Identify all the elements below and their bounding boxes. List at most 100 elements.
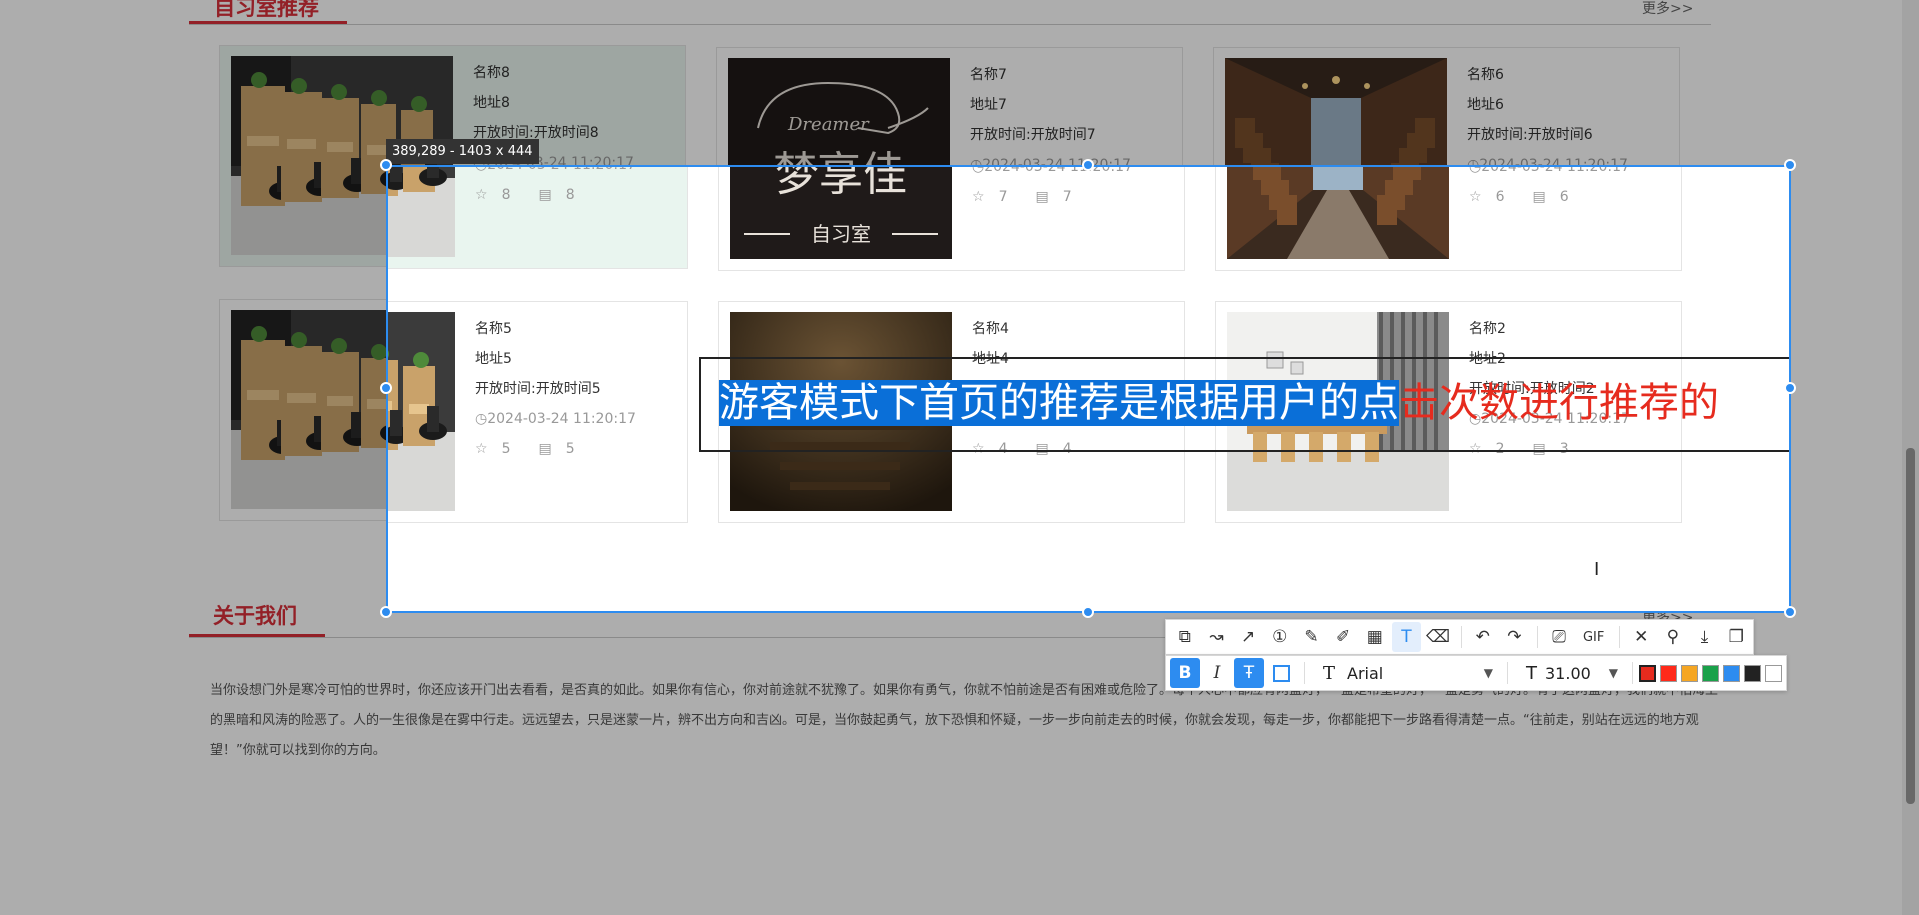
shapes-icon: ⧉ (1178, 627, 1191, 647)
star-icon: ☆ (1469, 189, 1482, 205)
like-count-value: 8 (501, 187, 511, 203)
arrow-tool-button[interactable]: ↗ (1233, 622, 1263, 652)
resize-handle[interactable] (380, 606, 392, 618)
resize-handle[interactable] (1784, 159, 1796, 171)
study-room-image[interactable] (1227, 167, 1449, 259)
star-icon: ☆ (475, 187, 488, 203)
shape-tool-button[interactable]: ⧉ (1170, 622, 1200, 652)
like-count: ☆8 (475, 187, 524, 203)
resize-handle[interactable] (1082, 159, 1094, 171)
comment-count: ▤5 (538, 441, 588, 457)
resize-handle[interactable] (380, 159, 392, 171)
color-swatch[interactable] (1765, 664, 1782, 682)
card-name[interactable]: 名称4 (972, 316, 1172, 346)
comment-count-value: 6 (1559, 189, 1569, 205)
comment-count: ▤6 (1532, 189, 1582, 205)
star-icon: ☆ (972, 189, 985, 205)
italic-button[interactable]: I (1202, 658, 1232, 688)
gif-record-button[interactable]: GIF (1576, 622, 1612, 652)
study-room-image[interactable] (388, 167, 455, 257)
resize-handle[interactable] (1784, 606, 1796, 618)
text-outline-icon: Ŧ (1243, 663, 1255, 683)
clock-icon: ◷ (475, 411, 488, 427)
highlighter-icon: ✐ (1335, 627, 1351, 647)
selection-size-label: 389,289 - 1403 x 444 (386, 139, 539, 164)
text-tool-button[interactable]: T (1391, 622, 1422, 652)
capture-toolbar: ⧉ ↝ ↗ ① ✎ ✐ ▦ T ⌫ ↶ ↷ ⎚ GIF ✕ ⚲ ⤓ ❐ (1165, 619, 1754, 655)
capture-selection[interactable]: 自习室推荐 更多>> 名称8地址8开放时间:开放时间8◷2024-03-24 1… (386, 165, 1791, 613)
redo-button[interactable]: ↷ (1500, 622, 1530, 652)
study-room-image[interactable] (388, 312, 455, 511)
card-stats: ☆6▤6 (1469, 184, 1669, 214)
study-room-card[interactable]: 名称6地址6开放时间:开放时间6◷2024-03-24 11:20:17☆6▤6 (1215, 165, 1682, 271)
pin-button[interactable]: ⚲ (1658, 622, 1688, 652)
comment-count-value: 7 (1062, 189, 1072, 205)
toolbar-separator (1460, 626, 1462, 648)
color-swatch[interactable] (1744, 664, 1761, 682)
comment-icon: ▤ (538, 187, 552, 203)
number-circle-icon: ① (1272, 627, 1288, 647)
color-swatch[interactable] (1660, 664, 1677, 682)
like-count-value: 6 (1495, 189, 1505, 205)
text-background-button[interactable] (1266, 658, 1296, 688)
screenshot-ocr-button[interactable]: ⎚ (1544, 622, 1574, 652)
text-annotation-selected: 游客模式下首页的推荐是根据用户的点 (719, 380, 1399, 426)
toolbar-separator (1619, 626, 1621, 648)
text-annotation[interactable]: 游客模式下首页的推荐是根据用户的点击次数进行推荐的 (719, 375, 1719, 431)
card-name[interactable]: 名称2 (1469, 316, 1669, 346)
copy-icon: ❐ (1728, 627, 1744, 647)
eraser-icon: ⌫ (1426, 627, 1451, 647)
font-family-value: Arial (1347, 663, 1384, 683)
study-room-card[interactable]: 名称5地址5开放时间:开放时间5◷2024-03-24 11:20:17☆5▤5 (388, 301, 688, 523)
color-swatch[interactable] (1681, 664, 1698, 682)
mosaic-tool-button[interactable]: ▦ (1360, 622, 1390, 652)
card-stats: ☆ 7 ▤ 7 (972, 184, 1172, 214)
color-swatch[interactable] (1723, 664, 1740, 682)
font-size-select[interactable]: ꓔ 31.00 ▼ (1514, 658, 1626, 688)
resize-handle[interactable] (380, 382, 392, 394)
card-time-value: 2024-03-24 11:20:17 (1481, 165, 1630, 175)
text-outline-button[interactable]: Ŧ (1234, 658, 1264, 688)
color-swatch[interactable] (1702, 664, 1719, 682)
comment-count: ▤8 (538, 187, 588, 203)
pen-tool-button[interactable]: ✎ (1297, 622, 1327, 652)
curve-arrow-icon: ↝ (1209, 627, 1224, 647)
toolbar-separator (1632, 662, 1633, 684)
card-info: 名称6地址6开放时间:开放时间6◷2024-03-24 11:20:17☆6▤6 (1469, 165, 1669, 214)
color-palette (1638, 663, 1786, 683)
undo-icon: ↶ (1475, 627, 1490, 647)
highlighter-tool-button[interactable]: ✐ (1328, 622, 1358, 652)
toolbar-separator (1537, 626, 1539, 648)
resize-handle[interactable] (1784, 382, 1796, 394)
font-size-icon: ꓔ (1526, 662, 1537, 684)
more-link[interactable]: 更多>> (1644, 609, 1695, 611)
cancel-button[interactable]: ✕ (1626, 622, 1656, 652)
star-icon: ☆ (475, 441, 488, 457)
study-room-card[interactable]: Dreamer梦享佳自习室名称7地址7开放时间:开放时间7◷2024-03-24… (718, 167, 1185, 271)
resize-handle[interactable] (1082, 606, 1094, 618)
serial-number-tool-button[interactable]: ① (1265, 622, 1295, 652)
card-stats: ☆8▤8 (475, 182, 675, 212)
fill-box-icon (1272, 664, 1290, 682)
comment-icon: ▤ (1035, 189, 1049, 205)
study-room-card[interactable]: 名称8地址8开放时间:开放时间8◷2024-03-24 11:20:17☆8▤8 (388, 167, 688, 269)
card-name[interactable]: 名称5 (475, 316, 675, 346)
study-room-image[interactable]: Dreamer梦享佳自习室 (730, 167, 952, 259)
curve-tool-button[interactable]: ↝ (1202, 622, 1232, 652)
redo-icon: ↷ (1507, 627, 1522, 647)
current-color-swatch[interactable] (1638, 663, 1657, 683)
scan-icon: ⎚ (1552, 627, 1566, 647)
eraser-tool-button[interactable]: ⌫ (1423, 622, 1453, 652)
font-size-value: 31.00 (1545, 663, 1591, 683)
card-info: 名称5地址5开放时间:开放时间5◷2024-03-24 11:20:17☆5▤5 (475, 316, 675, 466)
bold-button[interactable]: B (1170, 658, 1200, 688)
chevron-down-icon: ▼ (1483, 666, 1493, 680)
svg-text:自习室: 自习室 (811, 222, 871, 246)
copy-button[interactable]: ❐ (1721, 622, 1751, 652)
save-button[interactable]: ⤓ (1690, 622, 1720, 652)
download-icon: ⤓ (1700, 627, 1709, 647)
like-count-value: 7 (998, 189, 1008, 205)
font-family-select[interactable]: T Arial ▼ (1311, 658, 1501, 688)
undo-button[interactable]: ↶ (1468, 622, 1498, 652)
comment-count-value: 8 (565, 187, 575, 203)
